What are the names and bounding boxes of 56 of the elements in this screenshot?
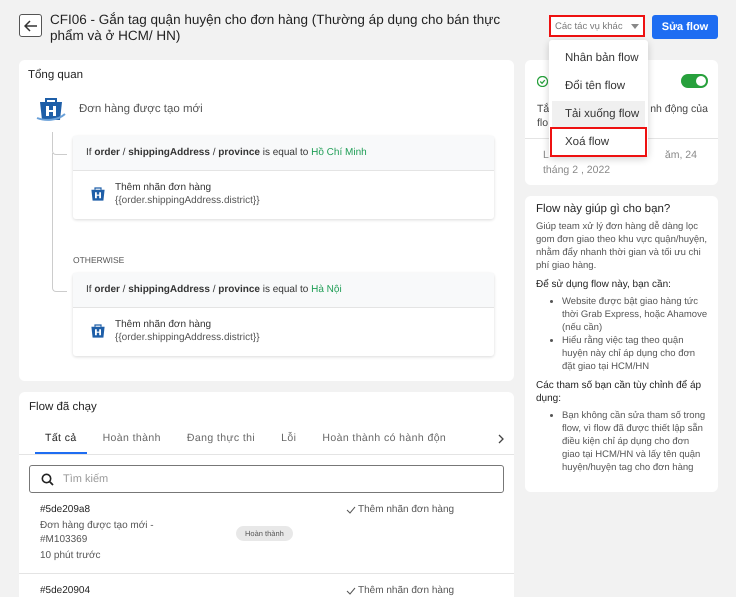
action-parameter: {{order.shippingAddress.district}} xyxy=(115,194,260,207)
menu-item[interactable]: Xoá flow xyxy=(552,129,645,155)
bullet-icon xyxy=(550,300,553,303)
menu-item[interactable]: Nhân bản flow xyxy=(552,45,645,71)
check-icon xyxy=(346,506,356,514)
check-icon xyxy=(346,587,356,595)
condition-text: If order / shippingAddress / province is equal to Hồ Chí Minh xyxy=(86,147,367,158)
otherwise-label: OTHERWISE xyxy=(73,255,126,265)
search-field[interactable]: Tìm kiếm xyxy=(29,465,504,493)
help-list-item: Hiểu rằng việc tag theo quận huyện này chỉ áp dụng cho đơn đặt giao tại HCM/HN xyxy=(562,334,696,373)
back-arrow-icon xyxy=(24,20,38,32)
caret-icon xyxy=(631,24,639,28)
help-list-item: Bạn không cần sửa tham số trong flow, vì flow đã được thiết lập sẵn điều kiện chỉ áp dụng cho đơn giao tại HCM/HN và lấy tên quận huyện/huyện tag cho đơn hàng xyxy=(562,409,706,474)
help-heading: Để sử dụng flow này, bạn cần: xyxy=(536,278,672,291)
run-action: Thêm nhãn đơn hàng xyxy=(358,585,454,596)
help-paragraph: Giúp team xử lý đơn hàng dễ dàng lọc gom đơn giao theo khu vực quận/huyện, nhằm đẩy nhanh thời gian và tối ưu chi phí giao hàng. xyxy=(536,220,708,272)
run-id: #5de20904 xyxy=(40,584,92,597)
action-label: Thêm nhãn đơn hàng xyxy=(115,181,212,194)
shopping-bag-icon xyxy=(89,323,107,339)
more-actions-dropdown[interactable]: Các tác vụ khác xyxy=(549,15,645,37)
status-tab[interactable]: Tất cả xyxy=(35,423,87,454)
bullet-icon xyxy=(550,414,553,417)
menu-item[interactable]: Đổi tên flow xyxy=(552,73,645,99)
run-time: 10 phút trước xyxy=(40,549,102,563)
action-label: Thêm nhãn đơn hàng xyxy=(115,318,212,331)
help-heading: Các tham số bạn cần tùy chỉnh để áp dụng: xyxy=(536,379,702,405)
card-title: Flow đã chạy xyxy=(29,401,98,413)
page-title: CFI06 - Gắn tag quận huyện cho đơn hàng (Thường áp dụng cho bán thực phẩm và ở HCM/ HN) xyxy=(50,12,502,44)
help-title: Flow này giúp gì cho bạn? xyxy=(536,203,672,215)
status-text: Tắ xyxy=(537,102,550,116)
help-list-item: Website được bật giao hàng tức thời Grab Express, hoặc Ahamove (nếu cần) xyxy=(562,295,708,334)
status-tab[interactable]: Đang thực thi xyxy=(186,423,256,454)
status-tab[interactable]: Hoàn thành xyxy=(102,423,161,454)
shopping-bag-icon xyxy=(89,186,107,202)
run-id: #5de209a8 xyxy=(40,503,92,517)
menu-item[interactable]: Tải xuống flow xyxy=(552,101,645,127)
bullet-icon xyxy=(550,339,553,342)
run-action: Thêm nhãn đơn hàng xyxy=(358,504,454,515)
condition-text: If order / shippingAddress / province is equal to Hà Nội xyxy=(86,284,342,295)
card-title: Tổng quan xyxy=(28,69,84,81)
status-tab[interactable]: Lỗi xyxy=(281,423,296,454)
status-text: flo xyxy=(537,116,548,130)
chevron-right-icon[interactable] xyxy=(498,434,504,444)
status-text: nh động của xyxy=(650,102,708,116)
date-text: ăm, 24 xyxy=(664,148,697,163)
toggle-switch[interactable] xyxy=(681,74,708,88)
search-icon xyxy=(41,473,54,486)
action-parameter: {{order.shippingAddress.district}} xyxy=(115,331,260,344)
date-text: L xyxy=(543,148,549,163)
run-trigger: Đơn hàng được tạo mới - #M103369 xyxy=(40,519,155,547)
shopping-bag-icon xyxy=(36,96,66,122)
back-button[interactable] xyxy=(19,14,42,37)
trigger-label: Đơn hàng được tạo mới xyxy=(79,103,203,115)
date-text: tháng 2 , 2022 xyxy=(543,163,610,178)
status-tab[interactable]: Hoàn thành có hành độn xyxy=(322,423,446,454)
edit-flow-button[interactable]: Sửa flow xyxy=(652,15,718,39)
